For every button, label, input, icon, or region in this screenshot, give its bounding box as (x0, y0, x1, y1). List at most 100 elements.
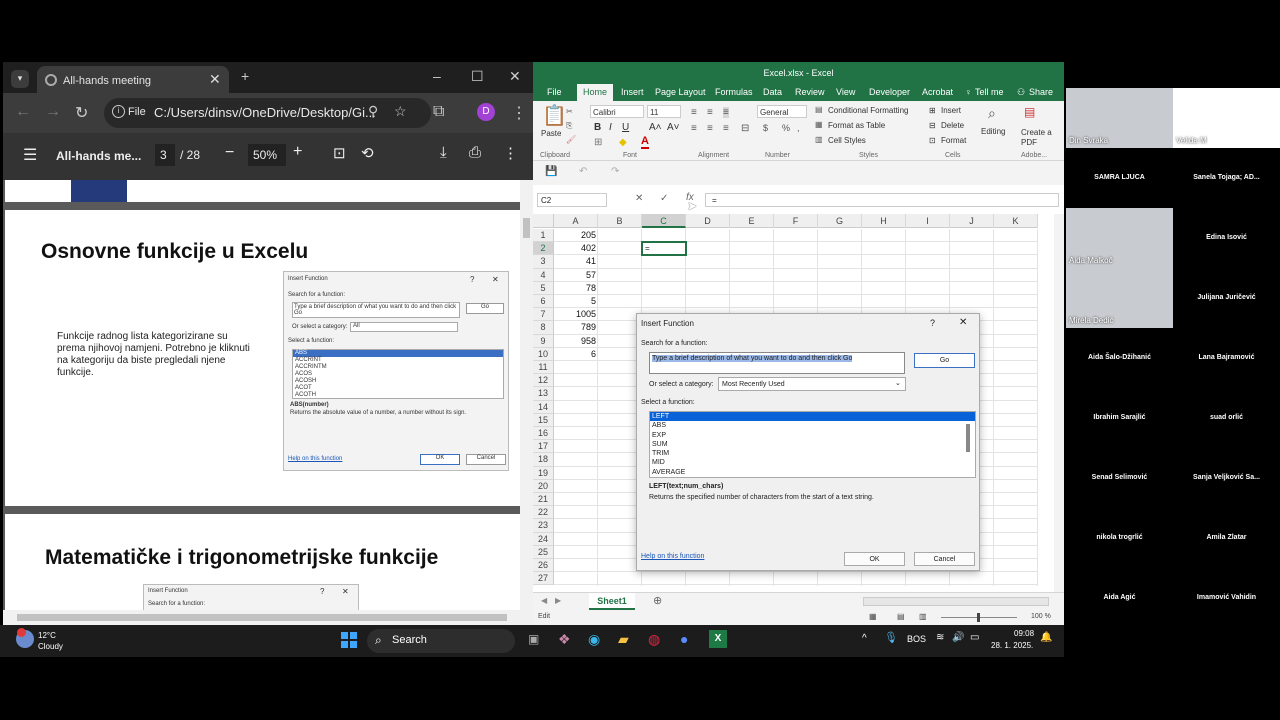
add-sheet-icon[interactable]: ⊕ (653, 594, 662, 607)
tab-all-hands[interactable]: All-hands meeting ✕ (37, 66, 229, 93)
row-header[interactable]: 26 (533, 559, 554, 573)
volume-icon[interactable]: 🔊 (952, 632, 964, 643)
participant-tile[interactable]: Sanela Tojaga; AD... (1173, 148, 1280, 208)
font-name-select[interactable]: Calibri (590, 105, 644, 118)
battery-icon[interactable]: ▭ (970, 632, 979, 643)
tab-review[interactable]: Review (795, 87, 825, 97)
participant-tile[interactable]: Julijana Juričević (1173, 268, 1280, 328)
tray-chevron-icon[interactable]: ^ (862, 633, 867, 644)
align-top-icon[interactable]: ≡ (691, 107, 697, 118)
create-pdf-button[interactable]: Create a PDF (1021, 128, 1055, 148)
participant-tile[interactable]: nikola trogrlić (1066, 508, 1173, 568)
next-sheet-icon[interactable]: ▶ (555, 596, 561, 605)
cell-a[interactable]: 57 (533, 269, 596, 282)
column-header[interactable]: B (598, 214, 642, 228)
tab-acrobat[interactable]: Acrobat (922, 87, 953, 97)
align-middle-icon[interactable]: ≡ (707, 107, 713, 118)
participant-tile[interactable]: Aida Malkoč (1066, 208, 1173, 268)
prev-sheet-icon[interactable]: ◀ (541, 596, 547, 605)
zoom-icon[interactable]: ⚲ (368, 103, 378, 120)
merge-icon[interactable]: ⊟ (741, 123, 749, 134)
create-pdf-icon[interactable]: ▤ (1024, 105, 1035, 119)
normal-view-icon[interactable]: ▦ (869, 612, 877, 621)
tab-home[interactable]: Home (577, 84, 614, 101)
column-header[interactable]: C (642, 214, 686, 228)
grow-font-button[interactable]: A˄ (649, 122, 662, 133)
column-header[interactable]: J (950, 214, 994, 228)
wifi-icon[interactable]: ≋ (936, 632, 944, 643)
extensions-icon[interactable]: ⧉ (433, 103, 444, 121)
file-explorer-icon[interactable]: ▰ (618, 631, 629, 648)
function-search-input[interactable]: Type a brief description of what you wan… (649, 352, 905, 374)
dialog-close-icon[interactable]: ✕ (959, 317, 967, 328)
pdf-horizontal-scrollbar[interactable] (3, 610, 533, 625)
participant-tile[interactable]: Sanja Veljković Sa... (1173, 448, 1280, 508)
participant-tile[interactable]: Imamović Vahidin (1173, 568, 1280, 628)
function-list-item[interactable]: EXP (650, 431, 975, 440)
print-icon[interactable]: ⎙ (469, 144, 481, 161)
row-header[interactable]: 15 (533, 413, 554, 427)
sheet-vscroll[interactable] (1054, 214, 1064, 592)
currency-icon[interactable]: $ (763, 123, 768, 133)
cut-icon[interactable]: ✂ (566, 107, 573, 116)
function-list[interactable]: LEFT ABS EXP SUM TRIM MID AVERAGE (649, 411, 976, 478)
row-header[interactable]: 14 (533, 400, 554, 414)
copilot-icon[interactable]: ❖ (558, 631, 571, 648)
borders-icon[interactable]: ⊞ (594, 137, 602, 148)
page-break-view-icon[interactable]: ▥ (919, 612, 927, 621)
row-header[interactable]: 27 (533, 572, 554, 586)
column-header[interactable]: G (818, 214, 862, 228)
tab-formulas[interactable]: Formulas (715, 87, 753, 97)
cell-a[interactable]: 78 (533, 282, 596, 295)
microphone-icon[interactable]: 🎙 (884, 631, 898, 644)
row-header[interactable]: 23 (533, 519, 554, 533)
participant-tile[interactable]: Ibrahim Sarajlić (1066, 388, 1173, 448)
row-header[interactable]: 12 (533, 374, 554, 388)
help-question-icon[interactable]: ? (930, 318, 935, 328)
tab-developer[interactable]: Developer (869, 87, 910, 97)
tab-insert[interactable]: Insert (621, 87, 644, 97)
menu-dots-icon[interactable]: ⋮ (511, 103, 527, 123)
ok-button[interactable]: OK (844, 552, 905, 566)
chevron-down-icon[interactable]: ⌄ (895, 379, 901, 387)
rotate-icon[interactable]: ⟲ (361, 144, 374, 162)
underline-button[interactable]: U (622, 122, 629, 133)
column-header[interactable]: A (554, 214, 598, 228)
row-header[interactable]: 18 (533, 453, 554, 467)
task-view-icon[interactable]: ▣ (528, 632, 539, 646)
bookmark-star-icon[interactable]: ☆ (394, 103, 407, 120)
undo-icon[interactable]: ↶ (579, 166, 587, 177)
align-right-icon[interactable]: ≡ (723, 123, 729, 134)
fit-page-icon[interactable]: ⊡ (333, 144, 346, 162)
download-icon[interactable]: ⤓ (440, 144, 447, 161)
name-box[interactable]: C2 (537, 193, 607, 207)
close-window-icon[interactable]: ✕ (509, 68, 521, 85)
cell-a[interactable]: 402 (533, 242, 596, 255)
row-header[interactable]: 16 (533, 427, 554, 441)
copy-icon[interactable]: ⎘ (566, 121, 572, 131)
pdf-viewport[interactable]: Osnovne funkcije u Excelu Funkcije radno… (3, 180, 520, 610)
clock-time[interactable]: 09:08 (1014, 629, 1034, 638)
participant-tile[interactable]: Edina Isović (1173, 208, 1280, 268)
row-header[interactable]: 21 (533, 493, 554, 507)
cell-a[interactable]: 789 (533, 321, 596, 334)
cell-styles-button[interactable]: Cell Styles (828, 136, 866, 145)
reload-icon[interactable]: ↻ (75, 103, 88, 123)
row-header[interactable]: 13 (533, 387, 554, 401)
font-size-select[interactable]: 11 (647, 105, 681, 118)
function-list-item[interactable]: ABS (650, 421, 975, 430)
function-list-item[interactable]: SUM (650, 440, 975, 449)
notifications-icon[interactable]: 🔔 (1040, 632, 1052, 643)
clock-date[interactable]: 28. 1. 2025. (991, 641, 1033, 650)
format-cells-button[interactable]: Format (941, 136, 966, 145)
row-header[interactable]: 17 (533, 440, 554, 454)
maximize-icon[interactable]: ☐ (471, 68, 484, 85)
row-header[interactable]: 25 (533, 545, 554, 559)
cell-a[interactable]: 6 (533, 348, 596, 361)
participant-tile[interactable]: Lana Bajramović (1173, 328, 1280, 388)
align-bottom-icon[interactable]: ≡ (723, 107, 729, 118)
pdf-menu-icon[interactable]: ⋮ (503, 144, 518, 162)
tab-tell-me[interactable]: Tell me (975, 87, 1004, 97)
percent-icon[interactable]: % (782, 123, 790, 133)
profile-avatar[interactable]: D (477, 103, 495, 121)
